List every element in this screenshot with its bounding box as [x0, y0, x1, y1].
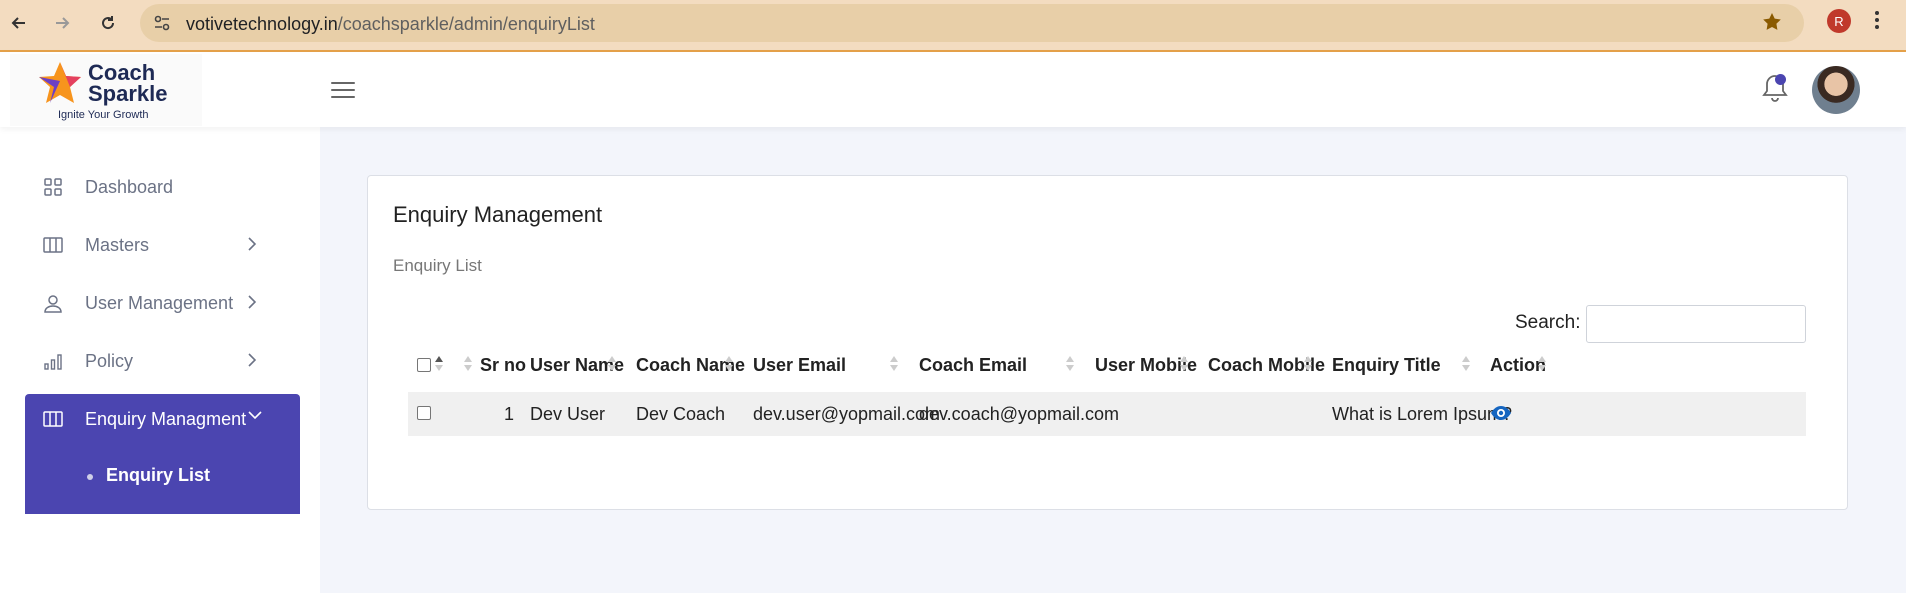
column-header-sr-no[interactable]: Sr no [480, 355, 526, 376]
chevron-right-icon [248, 237, 257, 251]
arrow-right-icon [56, 17, 70, 29]
url-host: votivetechnology.in [186, 14, 338, 34]
sidebar-item-enquiry-management-toggle[interactable]: Enquiry Managment [25, 394, 300, 444]
cell-enquiry-title: What is Lorem Ipsum? [1332, 404, 1513, 424]
app-header: Coach Sparkle Ignite Your Growth [0, 52, 1906, 127]
chevron-right-icon [248, 295, 257, 309]
grid-icon [44, 178, 62, 196]
logo-tagline: Ignite Your Growth [58, 109, 149, 121]
search-input[interactable] [1586, 305, 1806, 343]
sort-icon[interactable] [608, 356, 616, 372]
sort-icon[interactable] [1538, 356, 1546, 372]
sidebar-item-masters[interactable]: Masters [25, 220, 300, 270]
table-row: 1 Dev User Dev Coach dev.user@yopmail.co… [408, 392, 1806, 436]
forward-button[interactable] [49, 10, 75, 36]
sidebar-item-enquiry-management: Enquiry Managment [25, 394, 300, 514]
url-path: /coachsparkle/admin/enquiryList [337, 14, 595, 34]
view-enquiry-button[interactable] [1490, 405, 1512, 426]
sidebar-item-dashboard[interactable]: Dashboard [25, 162, 300, 212]
sort-icon[interactable] [435, 356, 443, 372]
column-header-user-email[interactable]: User Email [753, 355, 846, 376]
site-info-icon[interactable] [152, 13, 172, 38]
chevron-right-icon [248, 353, 257, 367]
cell-coach-email: dev.coach@yopmail.com [919, 404, 1120, 424]
enquiry-card: Enquiry Management Enquiry List Search: … [367, 175, 1848, 510]
sidebar-item-label: Dashboard [85, 176, 174, 197]
sort-icon[interactable] [725, 356, 733, 372]
browser-profile-avatar[interactable]: R [1827, 9, 1851, 33]
bar-chart-icon [44, 354, 62, 370]
sidebar-item-label: Policy [85, 350, 134, 371]
more-vert-icon[interactable] [1872, 8, 1882, 37]
bullet-icon [87, 474, 93, 480]
cell-coach-name: Dev Coach [636, 404, 726, 424]
hamburger-icon [331, 82, 355, 84]
row-checkbox[interactable] [417, 406, 431, 420]
address-bar[interactable]: votivetechnology.in/coachsparkle/admin/e… [140, 4, 1804, 42]
logo-text-sparkle: Sparkle [88, 81, 168, 106]
card-subtitle: Enquiry List [393, 256, 482, 275]
table-header-row: Sr no User Name Coach Name User Email Co… [408, 346, 1806, 384]
menu-toggle-button[interactable] [331, 82, 355, 100]
back-button[interactable] [6, 10, 32, 36]
search-label: Search: [1515, 312, 1581, 333]
sort-icon[interactable] [1462, 356, 1470, 372]
sort-icon[interactable] [1180, 356, 1188, 372]
user-avatar[interactable] [1812, 66, 1860, 114]
columns-icon [43, 237, 63, 253]
arrow-left-icon [11, 17, 25, 29]
notification-dot [1775, 74, 1786, 85]
main-content: Enquiry Management Enquiry List Search: … [320, 127, 1906, 593]
sidebar-item-label: Enquiry Managment [85, 408, 247, 429]
sidebar-item-policy[interactable]: Policy [25, 336, 300, 386]
logo[interactable]: Coach Sparkle Ignite Your Growth [10, 54, 202, 126]
sort-icon[interactable] [1304, 356, 1312, 372]
chevron-down-icon [248, 411, 262, 420]
cell-sr-no: 1 [504, 404, 515, 424]
browser-toolbar: votivetechnology.in/coachsparkle/admin/e… [0, 0, 1906, 52]
url-text[interactable]: votivetechnology.in/coachsparkle/admin/e… [186, 14, 595, 35]
sidebar: Dashboard Masters User Management Policy [0, 127, 320, 593]
page-title: Enquiry Management [393, 202, 603, 227]
eye-icon [1491, 406, 1511, 420]
column-header-coach-email[interactable]: Coach Email [919, 355, 1027, 376]
cell-user-email: dev.user@yopmail.com [753, 404, 941, 424]
star-logo-icon [39, 62, 81, 103]
cell-user-name: Dev User [530, 404, 606, 424]
sidebar-item-user-management[interactable]: User Management [25, 278, 300, 328]
reload-button[interactable] [95, 10, 121, 36]
sidebar-subitem-enquiry-list[interactable]: Enquiry List [106, 465, 210, 486]
sort-icon[interactable] [1066, 356, 1074, 372]
sidebar-item-label: User Management [85, 292, 234, 313]
user-icon [44, 295, 62, 313]
bookmark-star-icon[interactable] [1760, 10, 1784, 39]
select-all-checkbox[interactable] [417, 358, 431, 372]
sidebar-item-label: Masters [85, 234, 150, 255]
reload-icon [102, 16, 115, 30]
columns-icon [43, 411, 63, 427]
sort-icon[interactable] [890, 356, 898, 372]
sort-icon[interactable] [464, 356, 472, 372]
column-header-enquiry-title[interactable]: Enquiry Title [1332, 355, 1441, 376]
